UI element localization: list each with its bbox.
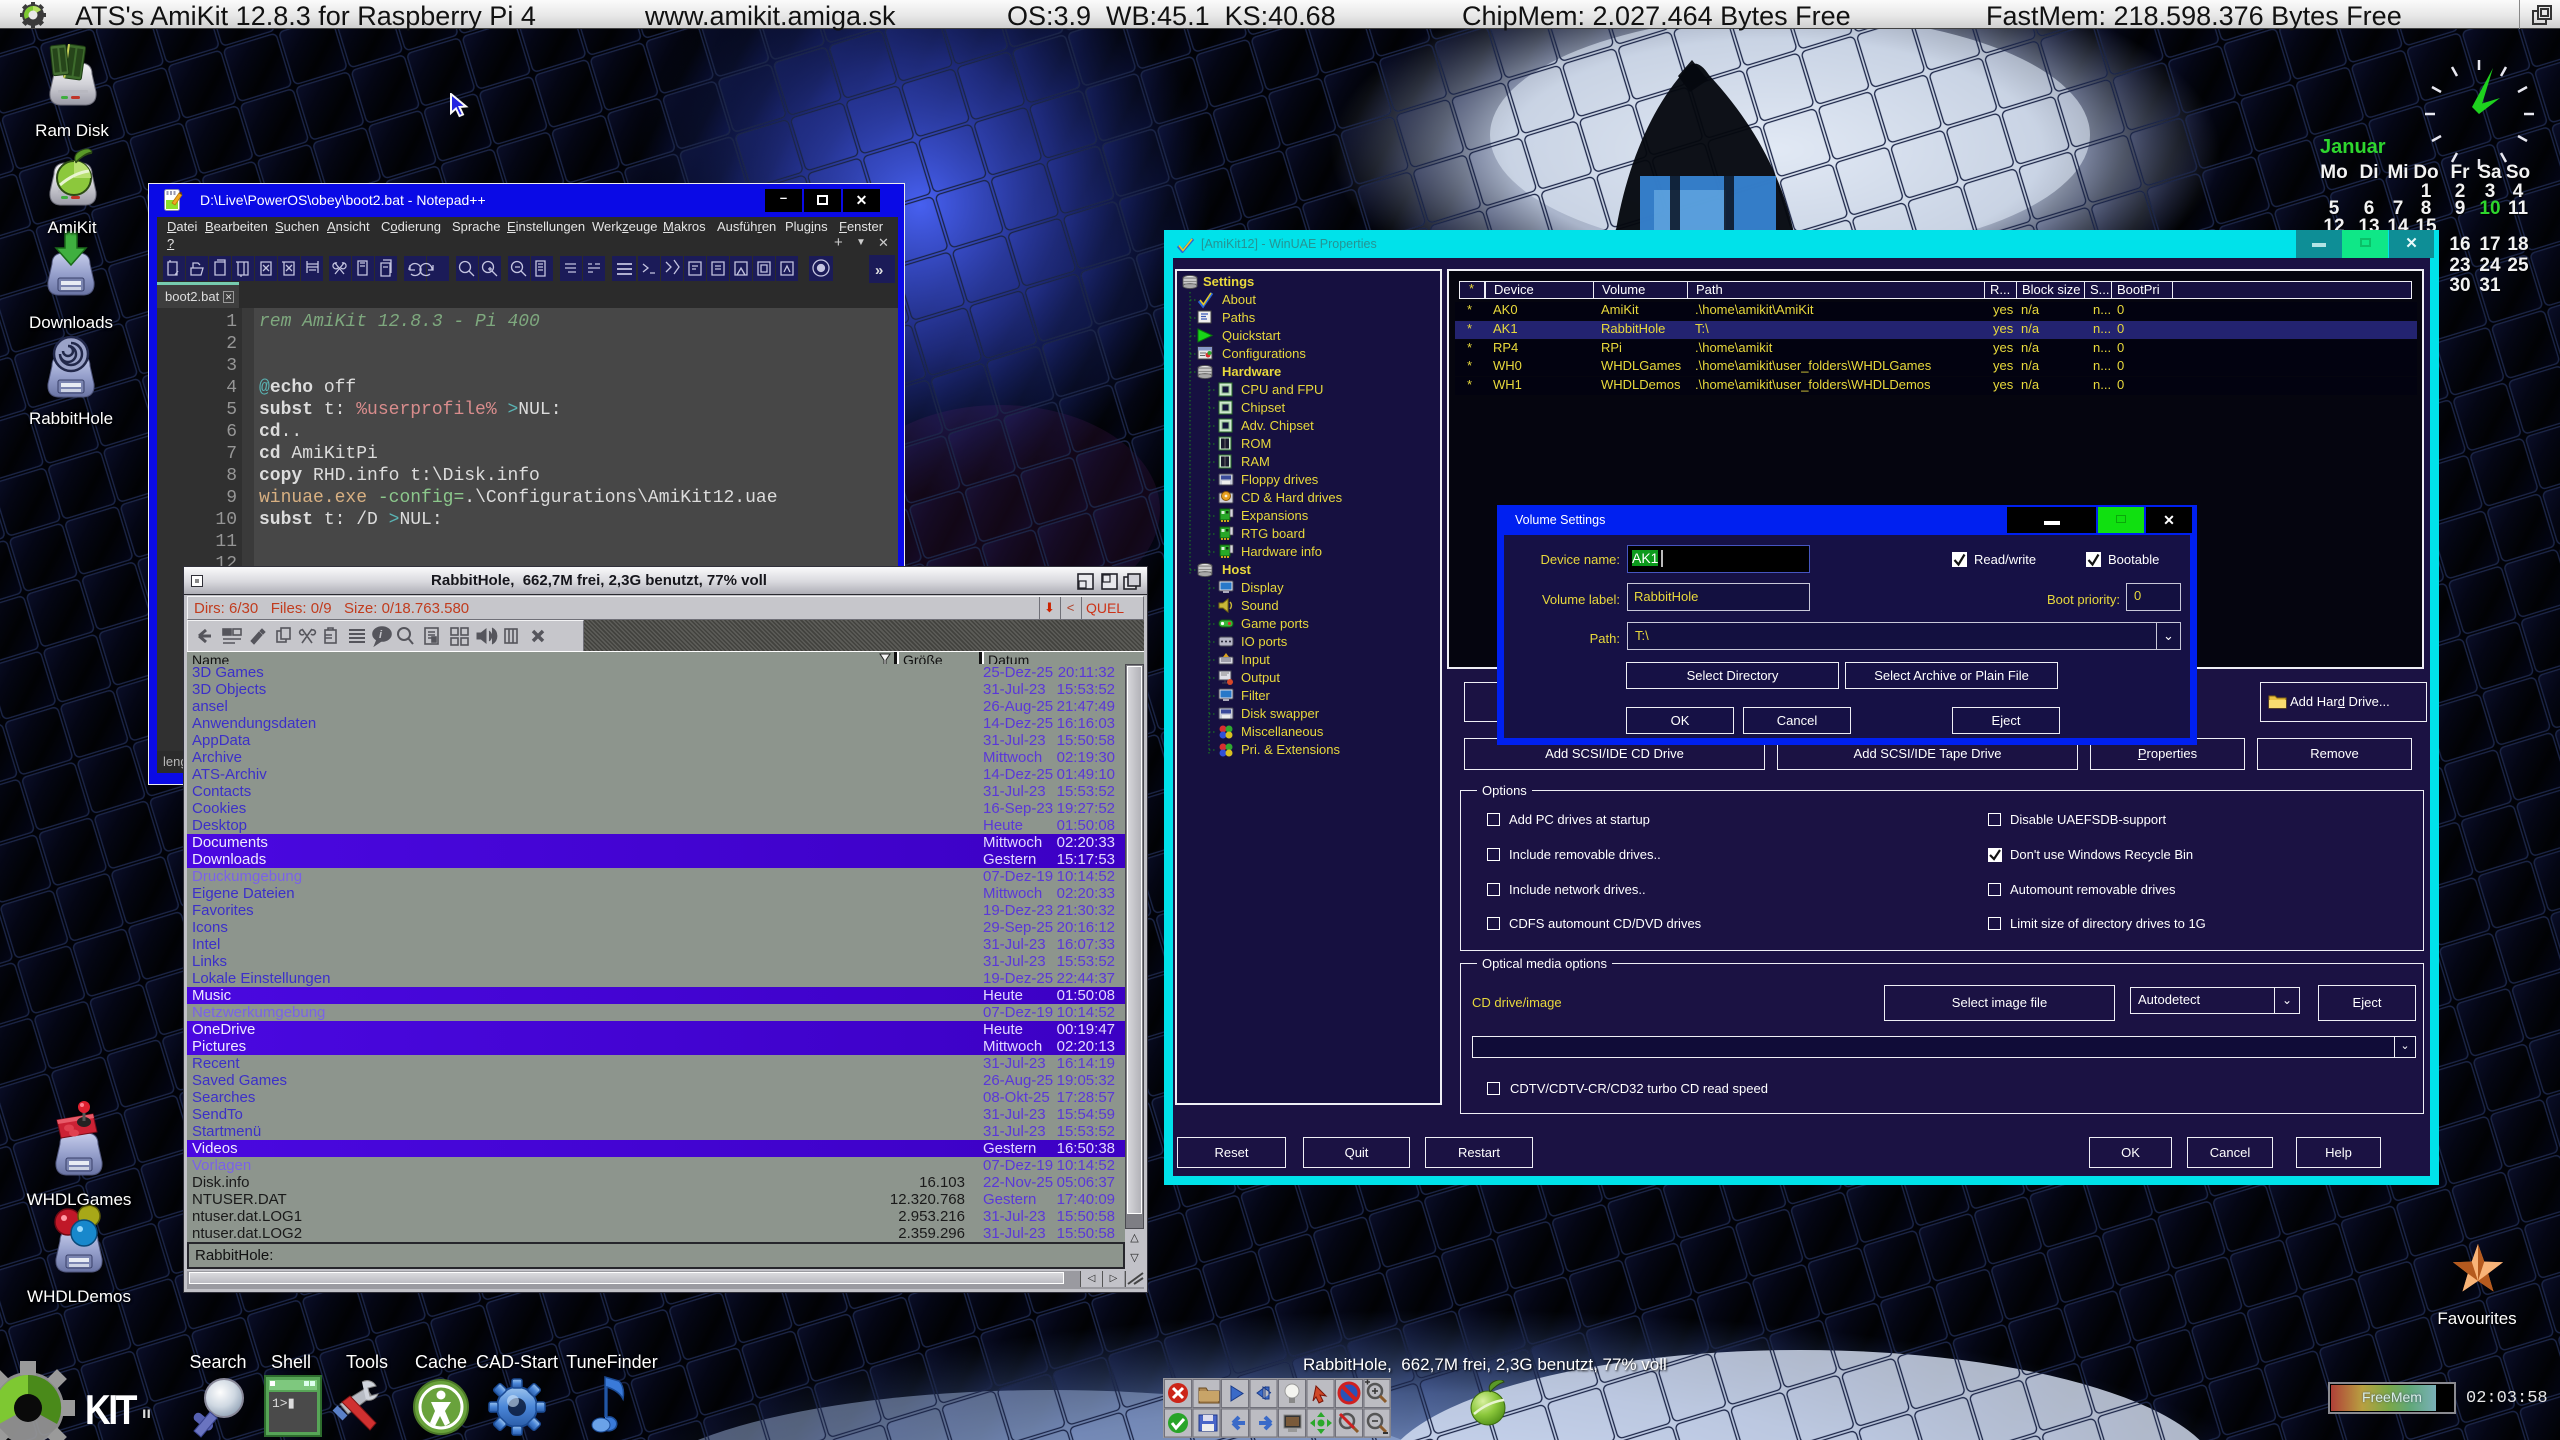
svg-text:ıı: ıı	[142, 1405, 151, 1422]
svg-text:KIT: KIT	[85, 1387, 138, 1433]
svg-text:1>▮: 1>▮	[272, 1396, 295, 1411]
svg-text:»: »	[875, 262, 883, 279]
